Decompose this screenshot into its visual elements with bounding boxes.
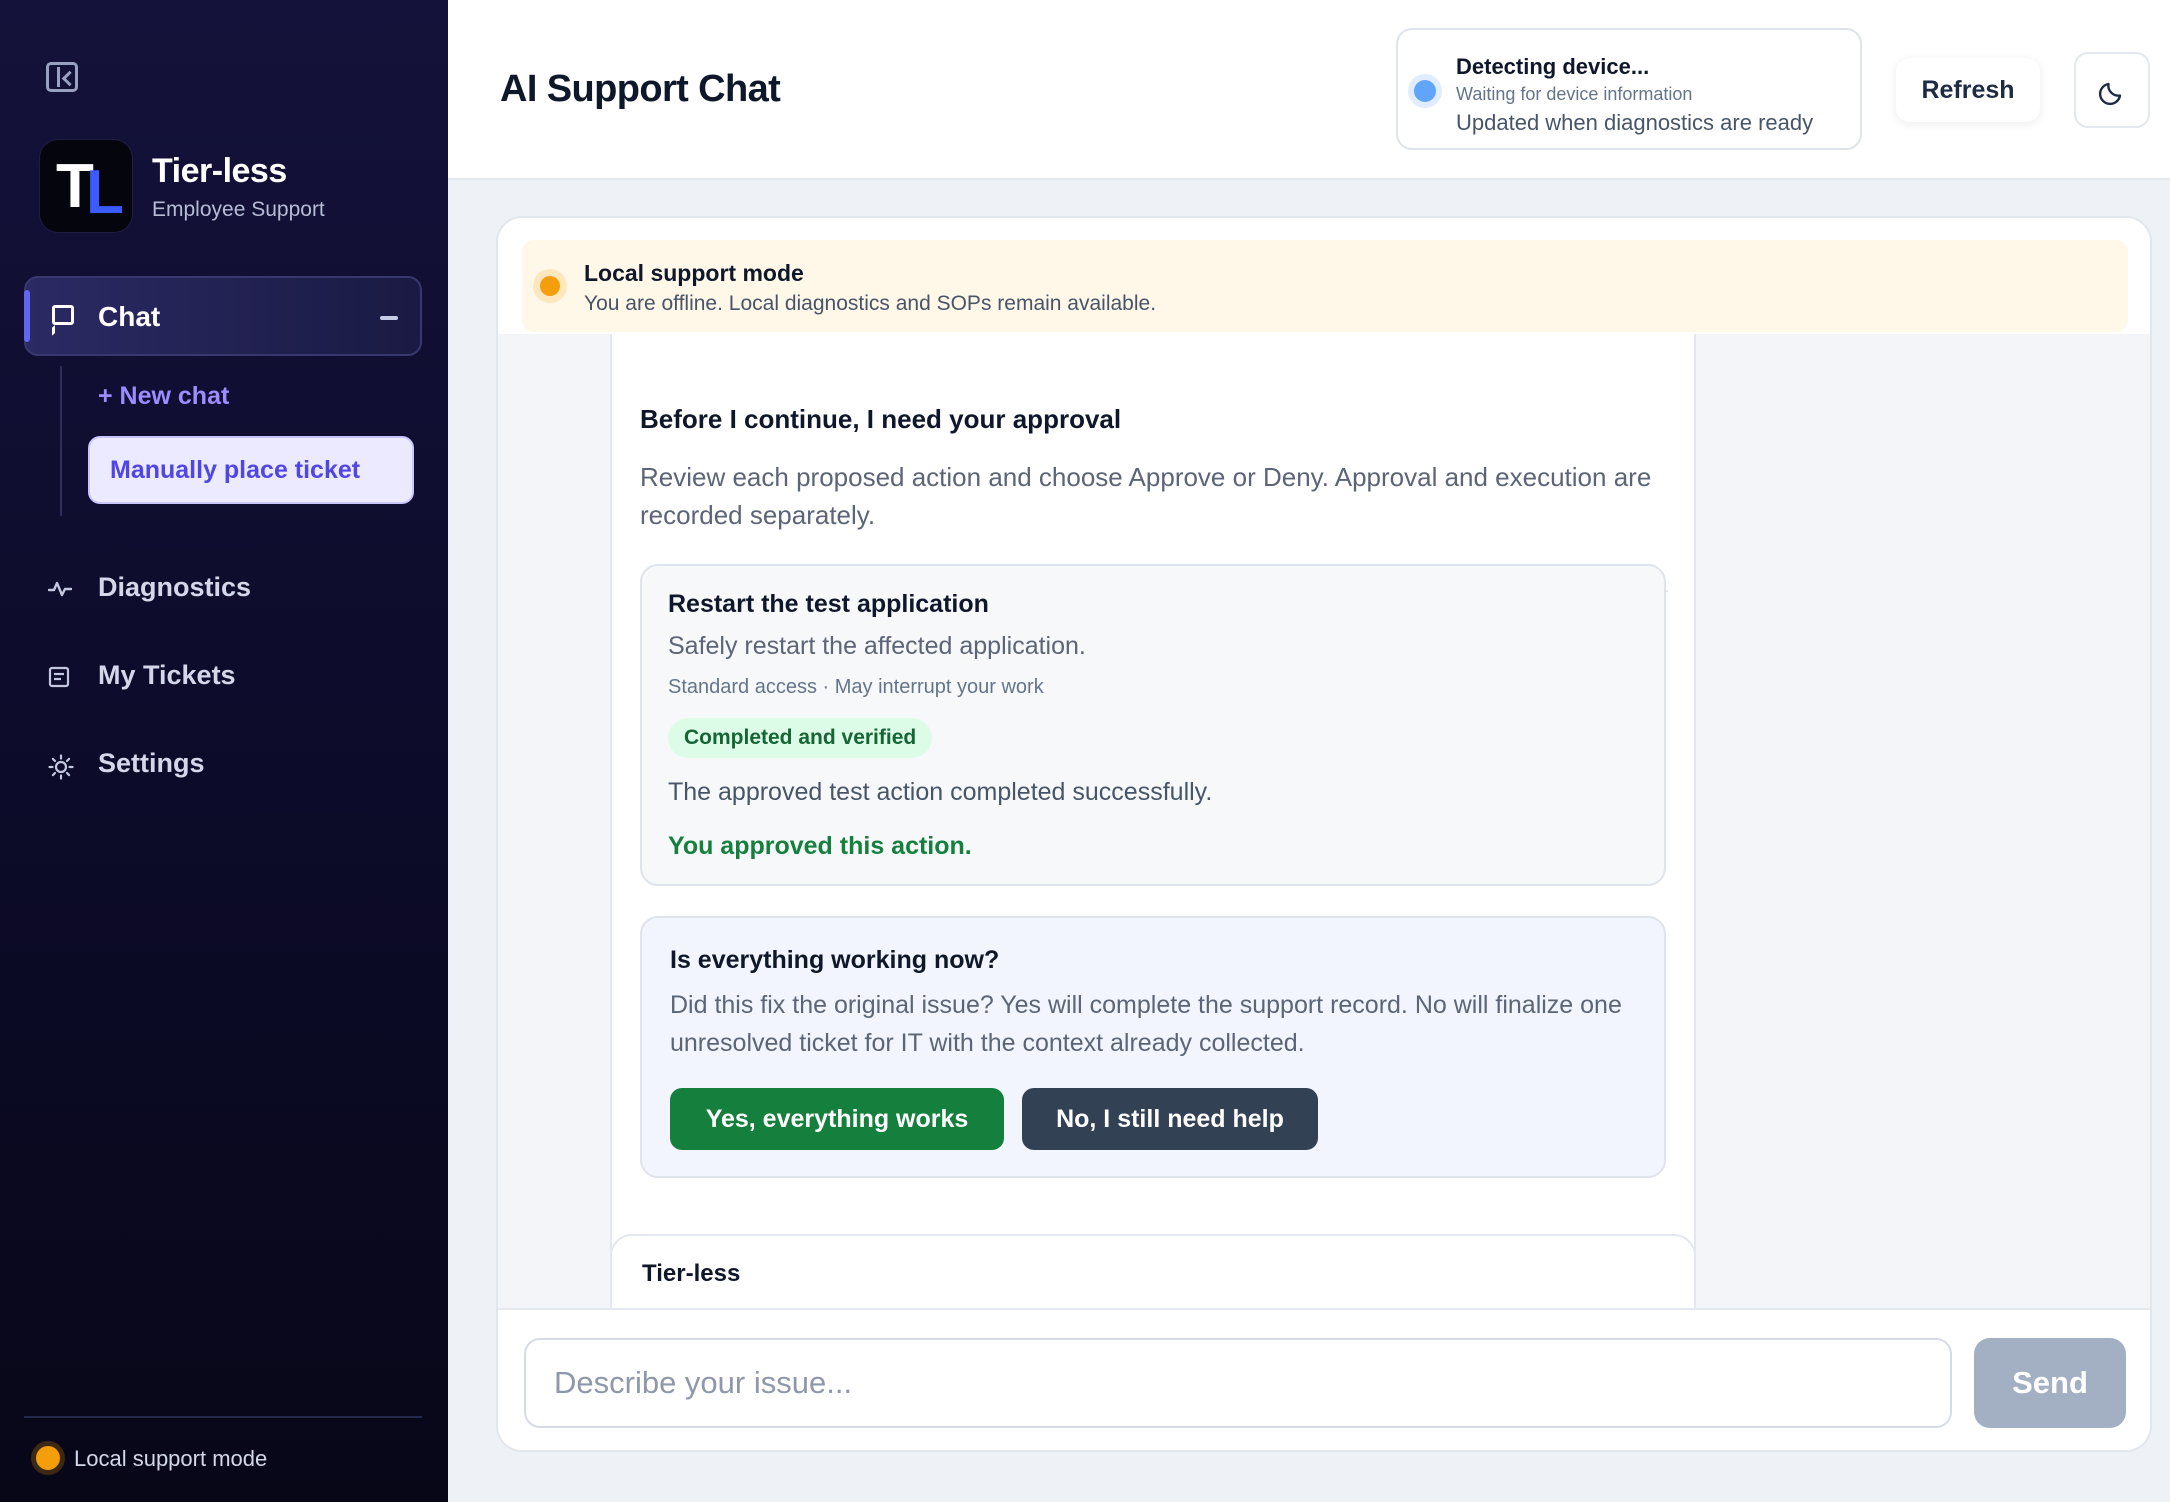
followup-card: Is everything working now? Did this fix … (640, 916, 1666, 1178)
sidebar: T L Tier-less Employee Support Chat + Ne… (0, 0, 448, 1502)
sidebar-item-chat-label: Chat (98, 301, 161, 332)
chat-panel: Local support mode You are offline. Loca… (496, 216, 2152, 1452)
manual-ticket-button[interactable]: Manually place ticket (88, 436, 414, 504)
followup-title: Is everything working now? (670, 946, 1000, 974)
sidebar-item-my-tickets[interactable]: My Tickets (40, 652, 420, 700)
activity-pulse-icon (48, 578, 72, 600)
chat-bubble-icon (52, 305, 74, 325)
gear-icon (48, 754, 74, 780)
status-badge: Completed and verified (668, 718, 933, 758)
sidebar-item-diagnostics[interactable]: Diagnostics (40, 564, 420, 612)
status-dot-icon (36, 1446, 60, 1470)
action-card: Restart the test application Safely rest… (640, 564, 1666, 886)
device-status-card: Detecting device... Waiting for device i… (1396, 28, 1862, 150)
brand-subtitle: Employee Support (152, 198, 325, 221)
followup-text: Did this fix the original issue? Yes wil… (670, 991, 1622, 1057)
action-meta: Standard access · May interrupt your wor… (668, 676, 1044, 698)
brand-logo-letter-l: L (86, 158, 124, 227)
sidebar-item-settings[interactable]: Settings (40, 740, 420, 788)
action-title: Restart the test application (668, 590, 989, 618)
connection-status: Local support mode (30, 1440, 430, 1476)
app-window: T L Tier-less Employee Support Chat + Ne… (0, 0, 2170, 1502)
action-result: The approved test action completed succe… (668, 778, 1213, 806)
collapse-minus-icon[interactable] (380, 316, 398, 320)
approval-heading: Before I continue, I need your approval (640, 404, 1122, 434)
refresh-button[interactable]: Refresh (1896, 58, 2040, 122)
approval-description: Review each proposed action and choose A… (640, 462, 1652, 530)
message-sender: Tier-less (642, 1260, 741, 1287)
connection-status-label: Local support mode (74, 1446, 268, 1471)
offline-banner: Local support mode You are offline. Loca… (522, 240, 2128, 332)
send-button[interactable]: Send (1974, 1338, 2126, 1428)
offline-banner-title: Local support mode (584, 260, 804, 286)
sidebar-item-settings-label: Settings (98, 748, 205, 778)
new-chat-link[interactable]: + New chat (98, 382, 229, 411)
offline-status-dot-icon (540, 276, 560, 296)
page-title: AI Support Chat (500, 68, 781, 110)
yes-everything-works-button[interactable]: Yes, everything works (670, 1088, 1004, 1150)
sidebar-collapse-icon[interactable] (46, 62, 78, 92)
ticket-list-icon (48, 666, 70, 688)
still-need-help-button[interactable]: No, I still need help (1022, 1088, 1318, 1150)
theme-toggle-button[interactable] (2074, 52, 2150, 128)
device-status-subtitle: Waiting for device information (1456, 84, 1693, 104)
message-composer: Send (498, 1308, 2150, 1450)
device-status-dot-icon (1414, 80, 1436, 102)
brand-logo: T L (40, 140, 132, 232)
device-status-title: Detecting device... (1456, 54, 1650, 79)
top-header: AI Support Chat Detecting device... Wait… (448, 0, 2170, 180)
action-description: Safely restart the affected application. (668, 632, 1086, 660)
device-status-note: Updated when diagnostics are ready (1456, 110, 1814, 135)
sidebar-item-chat[interactable]: Chat (24, 276, 422, 356)
brand-name: Tier-less (152, 152, 287, 190)
message-input[interactable] (524, 1338, 1952, 1428)
moon-icon (2099, 82, 2122, 105)
approval-note: You approved this action. (668, 832, 972, 860)
offline-banner-text: You are offline. Local diagnostics and S… (584, 292, 1157, 315)
sidebar-divider (24, 1416, 422, 1418)
active-indicator (24, 290, 30, 342)
subnav-divider (60, 366, 62, 516)
sidebar-item-my-tickets-label: My Tickets (98, 660, 236, 690)
sidebar-item-diagnostics-label: Diagnostics (98, 572, 252, 602)
